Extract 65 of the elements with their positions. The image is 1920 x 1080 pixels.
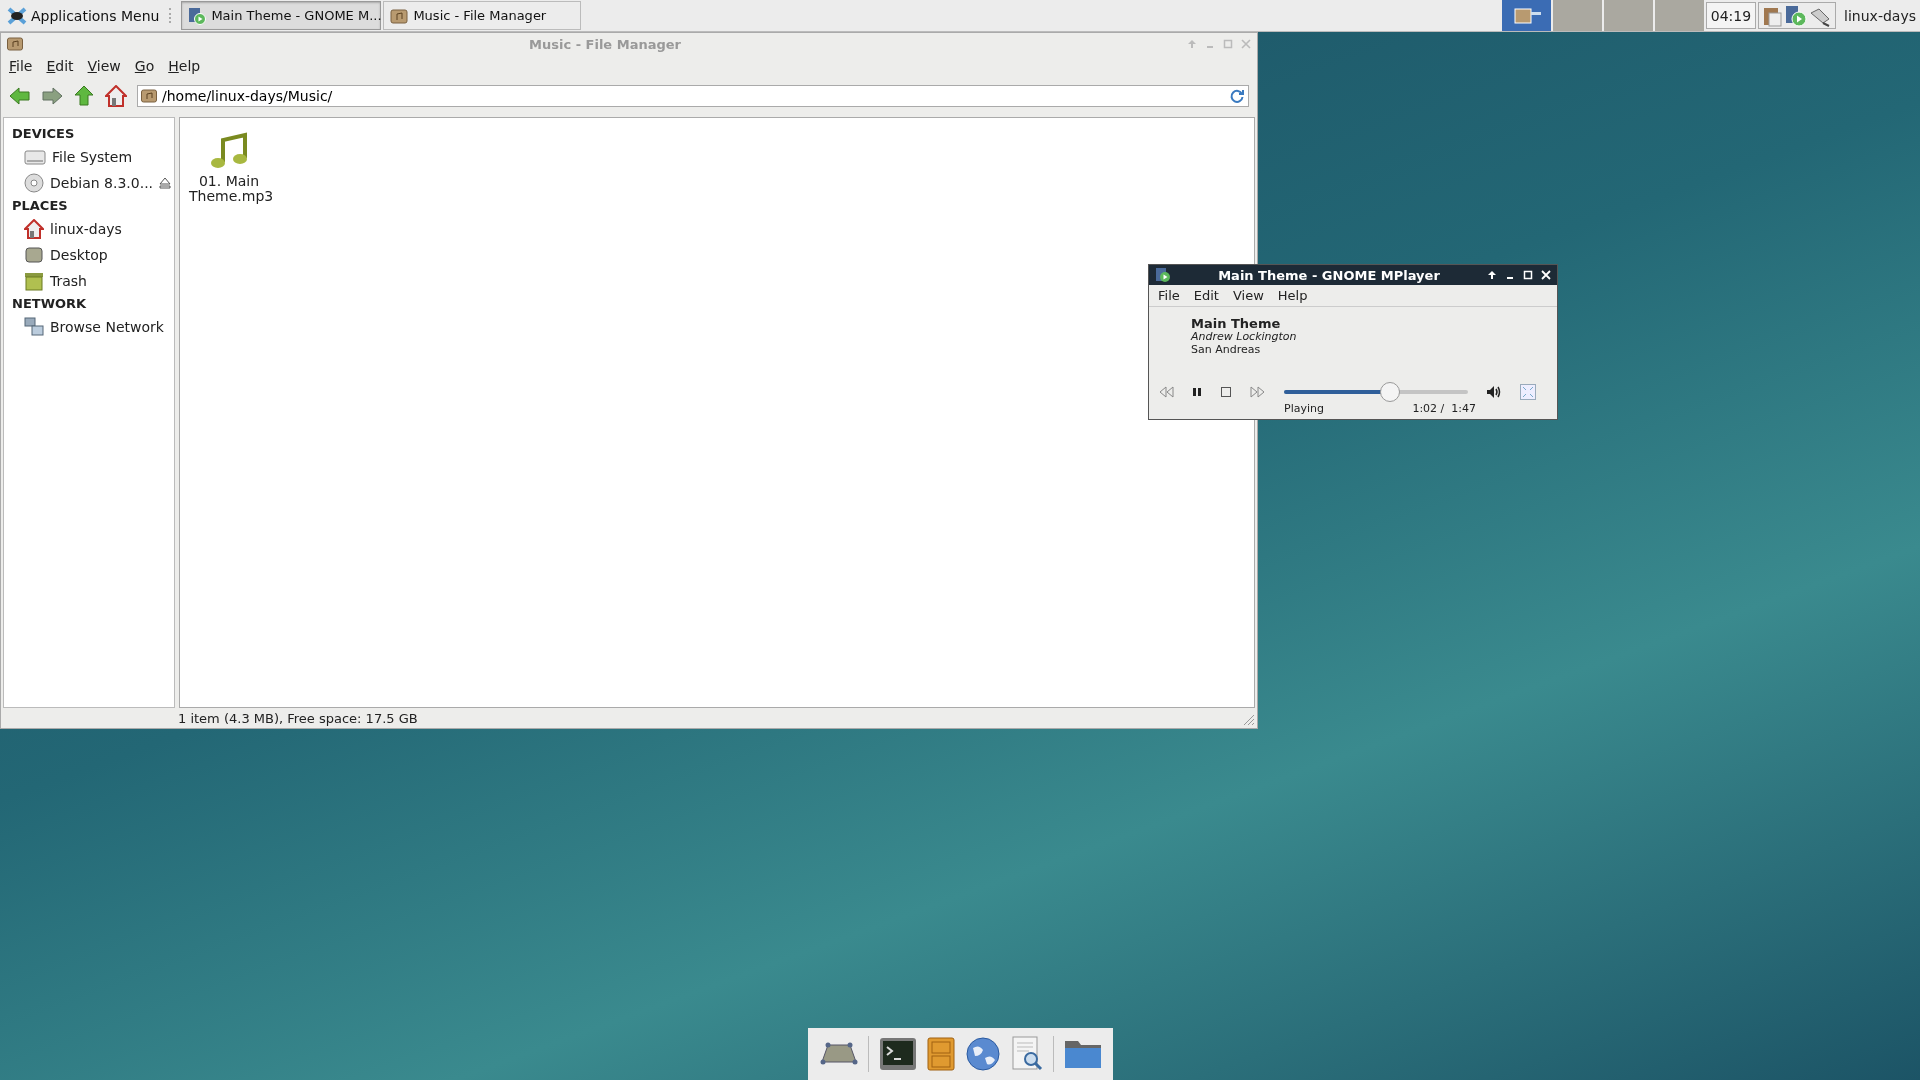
time-counter: 1:02 / 1:47 <box>1412 402 1476 415</box>
menu-item[interactable]: Help <box>1277 288 1308 303</box>
user-name[interactable]: linux-days <box>1838 0 1920 31</box>
menu-item[interactable]: File <box>9 58 33 74</box>
menu-item[interactable]: Help <box>168 58 201 74</box>
network-computers-icon <box>24 317 44 337</box>
back-arrow-icon[interactable] <box>9 86 31 106</box>
pause-icon[interactable] <box>1192 385 1202 398</box>
fast-forward-icon[interactable] <box>1250 385 1266 398</box>
workspace-button[interactable] <box>1501 0 1551 31</box>
track-title: Main Theme <box>1191 317 1282 330</box>
taskbar-button[interactable]: Music - File Manager <box>383 1 582 30</box>
drive-icon <box>24 148 46 166</box>
track-album: San Andreas <box>1191 343 1262 356</box>
stop-icon[interactable] <box>1220 385 1232 398</box>
music-folder-icon <box>7 37 23 51</box>
media-player-icon[interactable] <box>1785 4 1808 27</box>
filing-cabinet-icon[interactable] <box>926 1037 955 1071</box>
menu-item[interactable]: View <box>87 58 121 74</box>
shade-icon[interactable] <box>1487 270 1497 280</box>
menu-item[interactable]: Edit <box>1193 288 1219 303</box>
sidebar-item[interactable]: Browse Network <box>50 319 164 335</box>
window-title: Main Theme - GNOME MPlayer <box>1217 267 1441 283</box>
track-artist: Andrew Lockington <box>1191 330 1298 343</box>
resize-grip-icon[interactable] <box>1243 714 1255 726</box>
volume-icon[interactable] <box>1486 384 1502 399</box>
home-icon <box>24 219 44 239</box>
sidebar-item[interactable]: File System <box>52 149 133 165</box>
reload-icon[interactable] <box>1229 88 1245 104</box>
folder-icon[interactable] <box>1063 1039 1102 1069</box>
menu-item[interactable]: File <box>1158 288 1180 303</box>
sidebar-item[interactable]: Debian 8.3.0... <box>50 175 154 191</box>
sidebar-heading: NETWORK <box>12 296 88 311</box>
seek-slider[interactable] <box>1284 382 1468 402</box>
applications-menu-button[interactable]: Applications Menu <box>0 0 166 31</box>
playback-state: Playing <box>1284 402 1324 415</box>
trash-icon <box>24 271 44 291</box>
taskbar-button[interactable]: Main Theme - GNOME M... <box>181 1 382 30</box>
desktop-icon <box>24 246 44 264</box>
globe-icon[interactable] <box>964 1036 1001 1072</box>
music-folder-icon <box>141 89 157 103</box>
sidebar-item[interactable]: Desktop <box>50 247 108 263</box>
sidebar-item[interactable]: linux-days <box>50 221 122 237</box>
window-title: Music - File Manager <box>528 36 682 52</box>
sidebar-item[interactable]: Trash <box>50 273 87 289</box>
up-arrow-icon[interactable] <box>73 85 95 107</box>
location-field[interactable]: /home/linux-days/Music/ <box>137 85 1249 107</box>
status-text: 1 item (4.3 MB), Free space: 17.5 GB <box>178 710 418 726</box>
forward-arrow-icon[interactable] <box>41 86 63 106</box>
home-icon[interactable] <box>105 85 127 107</box>
rewind-icon[interactable] <box>1158 385 1174 398</box>
document-search-icon[interactable] <box>1010 1036 1043 1072</box>
sidebar-heading: PLACES <box>12 198 69 213</box>
clock[interactable]: 04:19 <box>1705 2 1757 29</box>
disc-icon <box>24 173 44 193</box>
eject-icon[interactable] <box>159 177 172 189</box>
terminal-icon[interactable] <box>878 1037 917 1071</box>
sidebar-heading: DEVICES <box>12 126 76 141</box>
media-player-icon <box>1155 267 1171 283</box>
desktop-icon[interactable] <box>819 1042 858 1066</box>
menu-item[interactable]: View <box>1232 288 1264 303</box>
music-folder-icon <box>390 7 409 24</box>
menu-item[interactable]: Edit <box>46 58 74 74</box>
media-player-icon <box>188 6 207 25</box>
menu-item[interactable]: Go <box>134 58 155 74</box>
